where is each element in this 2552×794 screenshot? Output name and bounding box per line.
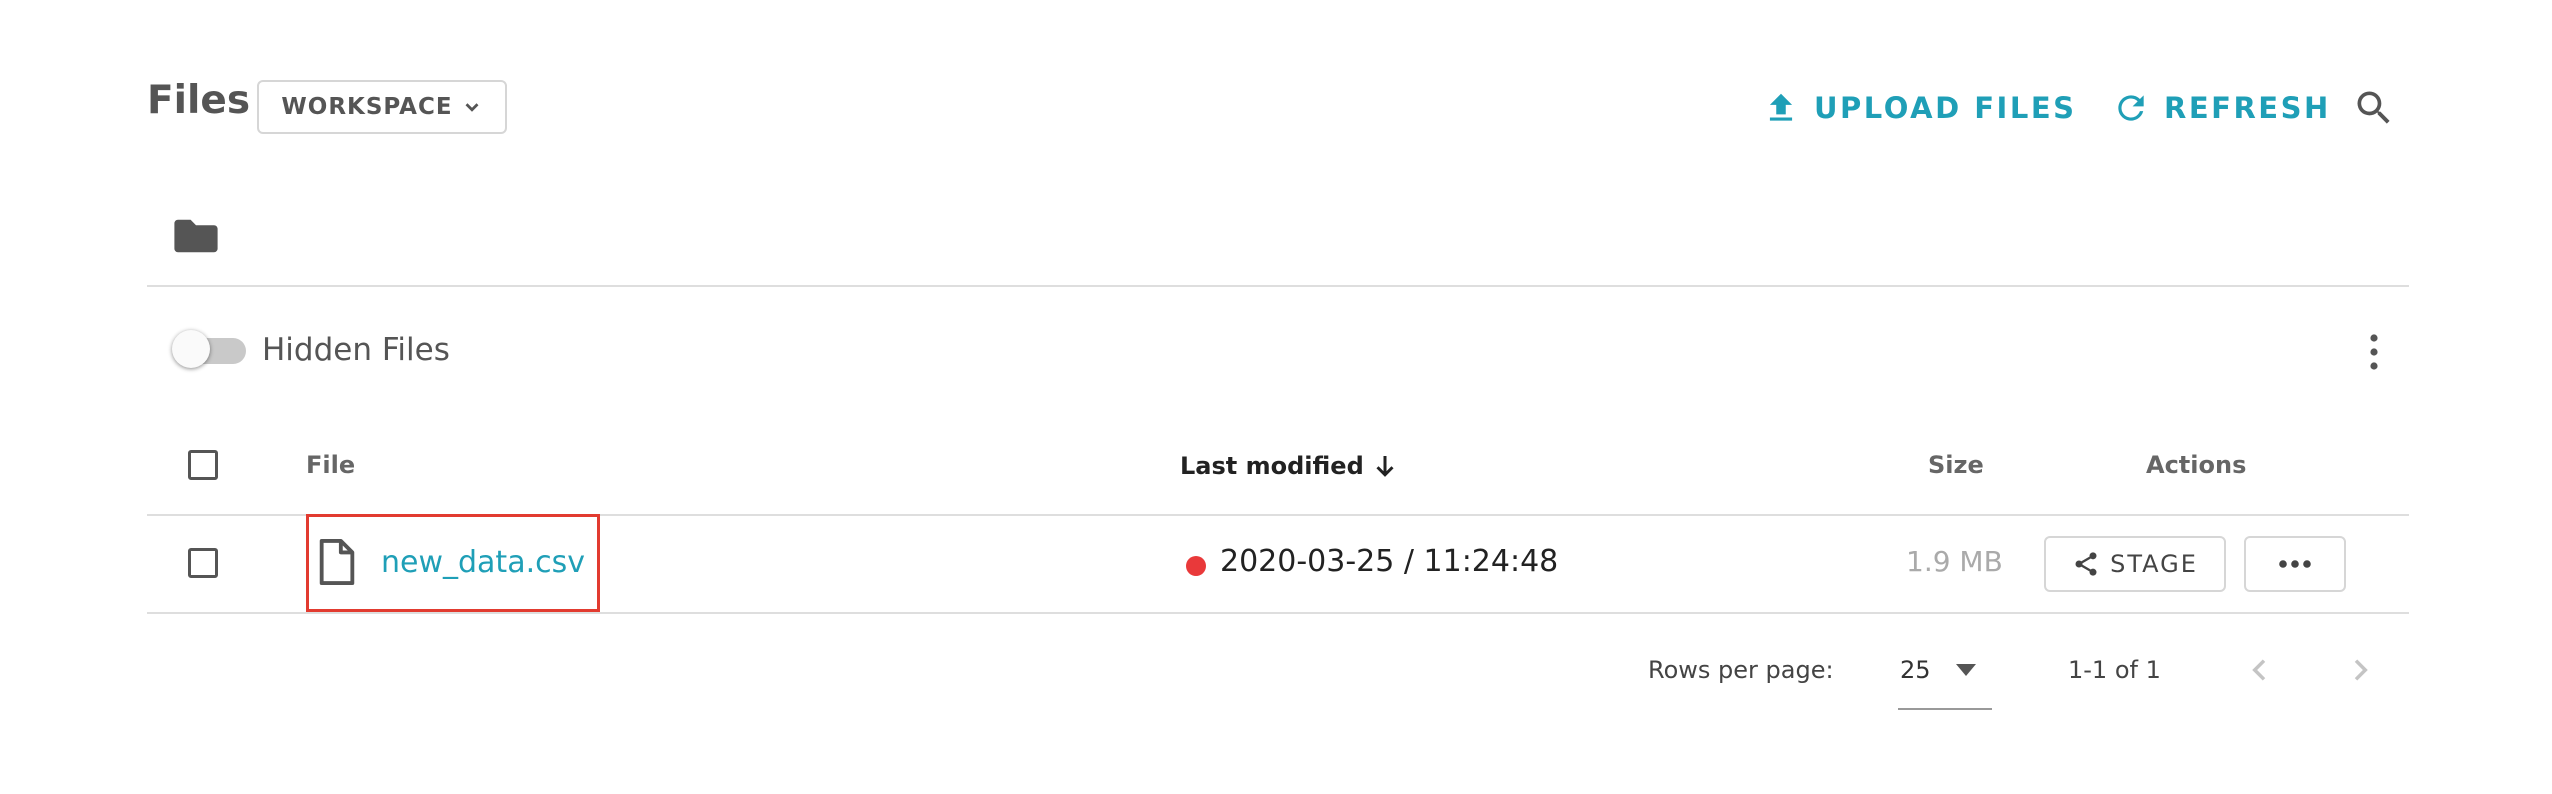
file-name-cell[interactable]: new_data.csv bbox=[306, 514, 600, 612]
row-checkbox[interactable] bbox=[188, 548, 218, 578]
last-modified-value: 2020-03-25 / 11:24:48 bbox=[1220, 544, 1559, 579]
row-more-actions-button[interactable] bbox=[2244, 536, 2346, 592]
stage-button[interactable]: STAGE bbox=[2044, 536, 2226, 592]
rows-per-page-value: 25 bbox=[1900, 656, 1931, 684]
column-header-actions: Actions bbox=[2146, 451, 2247, 479]
chevron-left-icon[interactable] bbox=[2244, 652, 2276, 688]
search-icon[interactable] bbox=[2352, 86, 2396, 130]
workspace-label: WORKSPACE bbox=[281, 94, 453, 120]
arrow-down-icon bbox=[1376, 456, 1394, 477]
hidden-files-label: Hidden Files bbox=[262, 332, 450, 368]
last-modified-label: Last modified bbox=[1180, 452, 1364, 480]
files-page: Files WORKSPACE UPLOAD FILES REFRESH Hid… bbox=[0, 0, 2552, 794]
file-icon bbox=[319, 539, 355, 585]
column-header-size[interactable]: Size bbox=[1928, 451, 1984, 479]
file-name-link[interactable]: new_data.csv bbox=[381, 545, 585, 580]
folder-icon[interactable] bbox=[174, 218, 218, 254]
refresh-icon bbox=[2118, 95, 2144, 121]
page-range: 1-1 of 1 bbox=[2068, 656, 2161, 684]
toggle-knob bbox=[172, 330, 210, 368]
rows-per-page-select[interactable]: 25 bbox=[1898, 650, 1992, 710]
column-header-last-modified[interactable]: Last modified bbox=[1180, 451, 1400, 481]
upload-files-button[interactable]: UPLOAD FILES bbox=[1762, 82, 2077, 134]
refresh-button[interactable]: REFRESH bbox=[2112, 82, 2331, 134]
caret-down-icon bbox=[1956, 664, 1976, 676]
share-icon bbox=[2075, 552, 2097, 576]
chevron-right-icon[interactable] bbox=[2344, 652, 2376, 688]
upload-files-label: UPLOAD FILES bbox=[1814, 91, 2077, 125]
rows-per-page-label: Rows per page: bbox=[1648, 656, 1834, 684]
workspace-dropdown[interactable]: WORKSPACE bbox=[257, 80, 507, 134]
more-vert-icon[interactable] bbox=[2360, 332, 2388, 372]
more-horiz-icon bbox=[2279, 560, 2311, 568]
file-size: 1.9 MB bbox=[1906, 545, 2003, 578]
status-dot bbox=[1186, 556, 1206, 576]
chevron-down-icon bbox=[465, 103, 479, 112]
upload-icon bbox=[1769, 93, 1793, 121]
divider bbox=[147, 612, 2409, 614]
divider bbox=[147, 285, 2409, 287]
hidden-files-toggle[interactable] bbox=[172, 330, 252, 368]
refresh-label: REFRESH bbox=[2164, 91, 2331, 125]
column-header-file[interactable]: File bbox=[306, 451, 355, 479]
stage-label: STAGE bbox=[2110, 550, 2198, 578]
select-all-checkbox[interactable] bbox=[188, 450, 218, 480]
page-title: Files bbox=[147, 78, 251, 123]
